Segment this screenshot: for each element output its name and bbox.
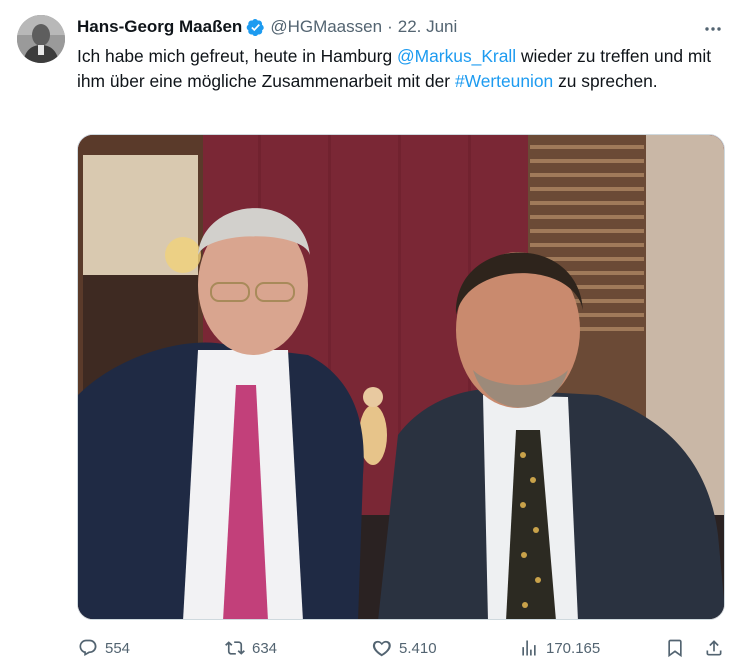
like-button[interactable]: 5.410 [371, 632, 437, 664]
share-button[interactable] [703, 632, 725, 664]
views-count: 170.165 [546, 639, 601, 657]
tweet-header: Hans-Georg Maaßen @HGMaassen · 22. Juni [77, 16, 457, 38]
tweet-text-part3: zu sprechen. [553, 71, 658, 91]
bookmark-icon [664, 637, 686, 659]
views-button[interactable]: 170.165 [518, 632, 600, 664]
action-bar: 554 634 5.410 170.165 [77, 632, 725, 664]
reply-count: 554 [105, 639, 131, 657]
views-icon [518, 637, 540, 659]
hashtag-link[interactable]: #Werteunion [455, 71, 553, 91]
verified-badge-icon[interactable] [246, 18, 265, 37]
tweet[interactable]: Hans-Georg Maaßen @HGMaassen · 22. Juni … [0, 0, 730, 672]
header-separator: · [387, 17, 393, 36]
repost-icon [224, 637, 246, 659]
more-options-icon[interactable] [702, 18, 724, 40]
bookmark-button[interactable] [664, 632, 686, 664]
mention-link[interactable]: @Markus_Krall [397, 46, 516, 66]
share-icon [703, 637, 725, 659]
reply-icon [77, 637, 99, 659]
tweet-photo[interactable] [77, 134, 725, 620]
tweet-text-part1: Ich habe mich gefreut, heute in Hamburg [77, 46, 397, 66]
repost-button[interactable]: 634 [224, 632, 277, 664]
author-name[interactable]: Hans-Georg Maaßen [77, 17, 242, 37]
repost-count: 634 [252, 639, 278, 657]
tweet-text: Ich habe mich gefreut, heute in Hamburg … [77, 44, 717, 94]
author-handle[interactable]: @HGMaassen [270, 17, 382, 37]
author-avatar[interactable] [17, 15, 65, 63]
tweet-date[interactable]: 22. Juni [398, 17, 458, 37]
like-icon [371, 637, 393, 659]
like-count: 5.410 [399, 639, 437, 657]
reply-button[interactable]: 554 [77, 632, 130, 664]
